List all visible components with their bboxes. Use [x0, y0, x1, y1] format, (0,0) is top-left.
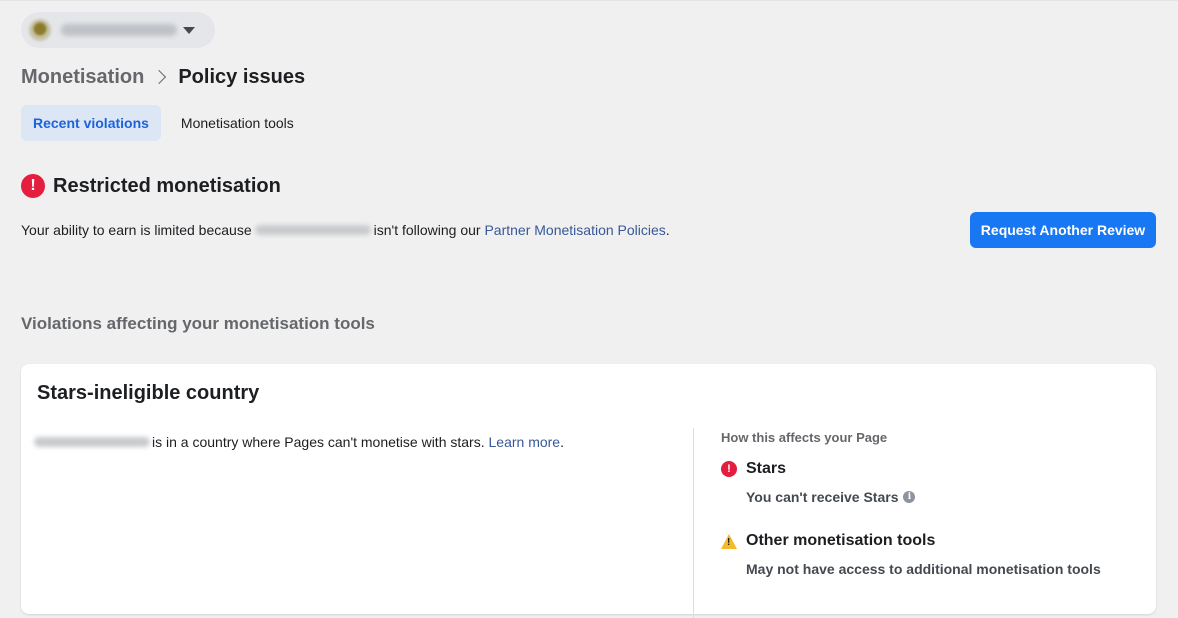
breadcrumb-monetisation[interactable]: Monetisation: [21, 66, 144, 89]
page-name-redacted: [61, 24, 177, 36]
card-divider: [693, 428, 694, 618]
top-divider: [0, 0, 1178, 1]
effect-stars: ! Stars: [721, 460, 786, 478]
violation-description-text: is in a country where Pages can't moneti…: [152, 434, 485, 450]
violation-title: Stars-ineligible country: [37, 382, 260, 404]
alert-circle-icon: !: [721, 461, 737, 477]
violations-heading: Violations affecting your monetisation t…: [21, 314, 375, 333]
effect-detail-text: May not have access to additional moneti…: [746, 561, 1101, 577]
description-suffix: .: [665, 222, 670, 238]
learn-more-link[interactable]: Learn more: [489, 434, 561, 450]
breadcrumb: Monetisation Policy issues: [21, 64, 305, 90]
page-selector[interactable]: [21, 12, 215, 48]
restricted-status: ! Restricted monetisation: [21, 174, 281, 198]
chevron-right-icon: [152, 69, 167, 85]
description-prefix: Your ability to earn is limited because: [21, 222, 252, 238]
tab-recent-violations[interactable]: Recent violations: [21, 105, 161, 141]
partner-policies-link[interactable]: Partner Monetisation Policies: [484, 222, 665, 238]
page-avatar: [29, 19, 51, 41]
effect-title: Other monetisation tools: [746, 532, 936, 549]
request-review-button[interactable]: Request Another Review: [970, 212, 1156, 248]
tab-monetisation-tools[interactable]: Monetisation tools: [169, 105, 306, 141]
effect-detail: You can't receive Stars i: [746, 489, 916, 505]
violation-card: Stars-ineligible country is in a country…: [21, 364, 1156, 618]
effect-title: Stars: [746, 460, 787, 477]
effect-other-tools: ! Other monetisation tools: [721, 532, 935, 550]
info-icon[interactable]: i: [903, 491, 916, 503]
effect-detail: May not have access to additional moneti…: [746, 561, 1101, 577]
restricted-title: Restricted monetisation: [53, 174, 281, 197]
page-name-redacted: [34, 437, 150, 447]
learn-more-suffix: .: [560, 434, 564, 450]
affects-heading: How this affects your Page: [721, 430, 888, 445]
page-title: Policy issues: [178, 65, 306, 88]
warning-triangle-icon: !: [721, 533, 737, 549]
alert-circle-icon: !: [21, 174, 45, 198]
violation-description: is in a country where Pages can't moneti…: [34, 433, 564, 451]
tab-bar: Recent violations Monetisation tools: [21, 105, 314, 141]
description-mid: isn't following our: [373, 222, 481, 238]
page-name-redacted: [254, 225, 371, 235]
effect-detail-text: You can't receive Stars: [746, 489, 899, 505]
caret-down-icon: [183, 26, 195, 34]
restricted-description: Your ability to earn is limited because …: [21, 221, 670, 239]
